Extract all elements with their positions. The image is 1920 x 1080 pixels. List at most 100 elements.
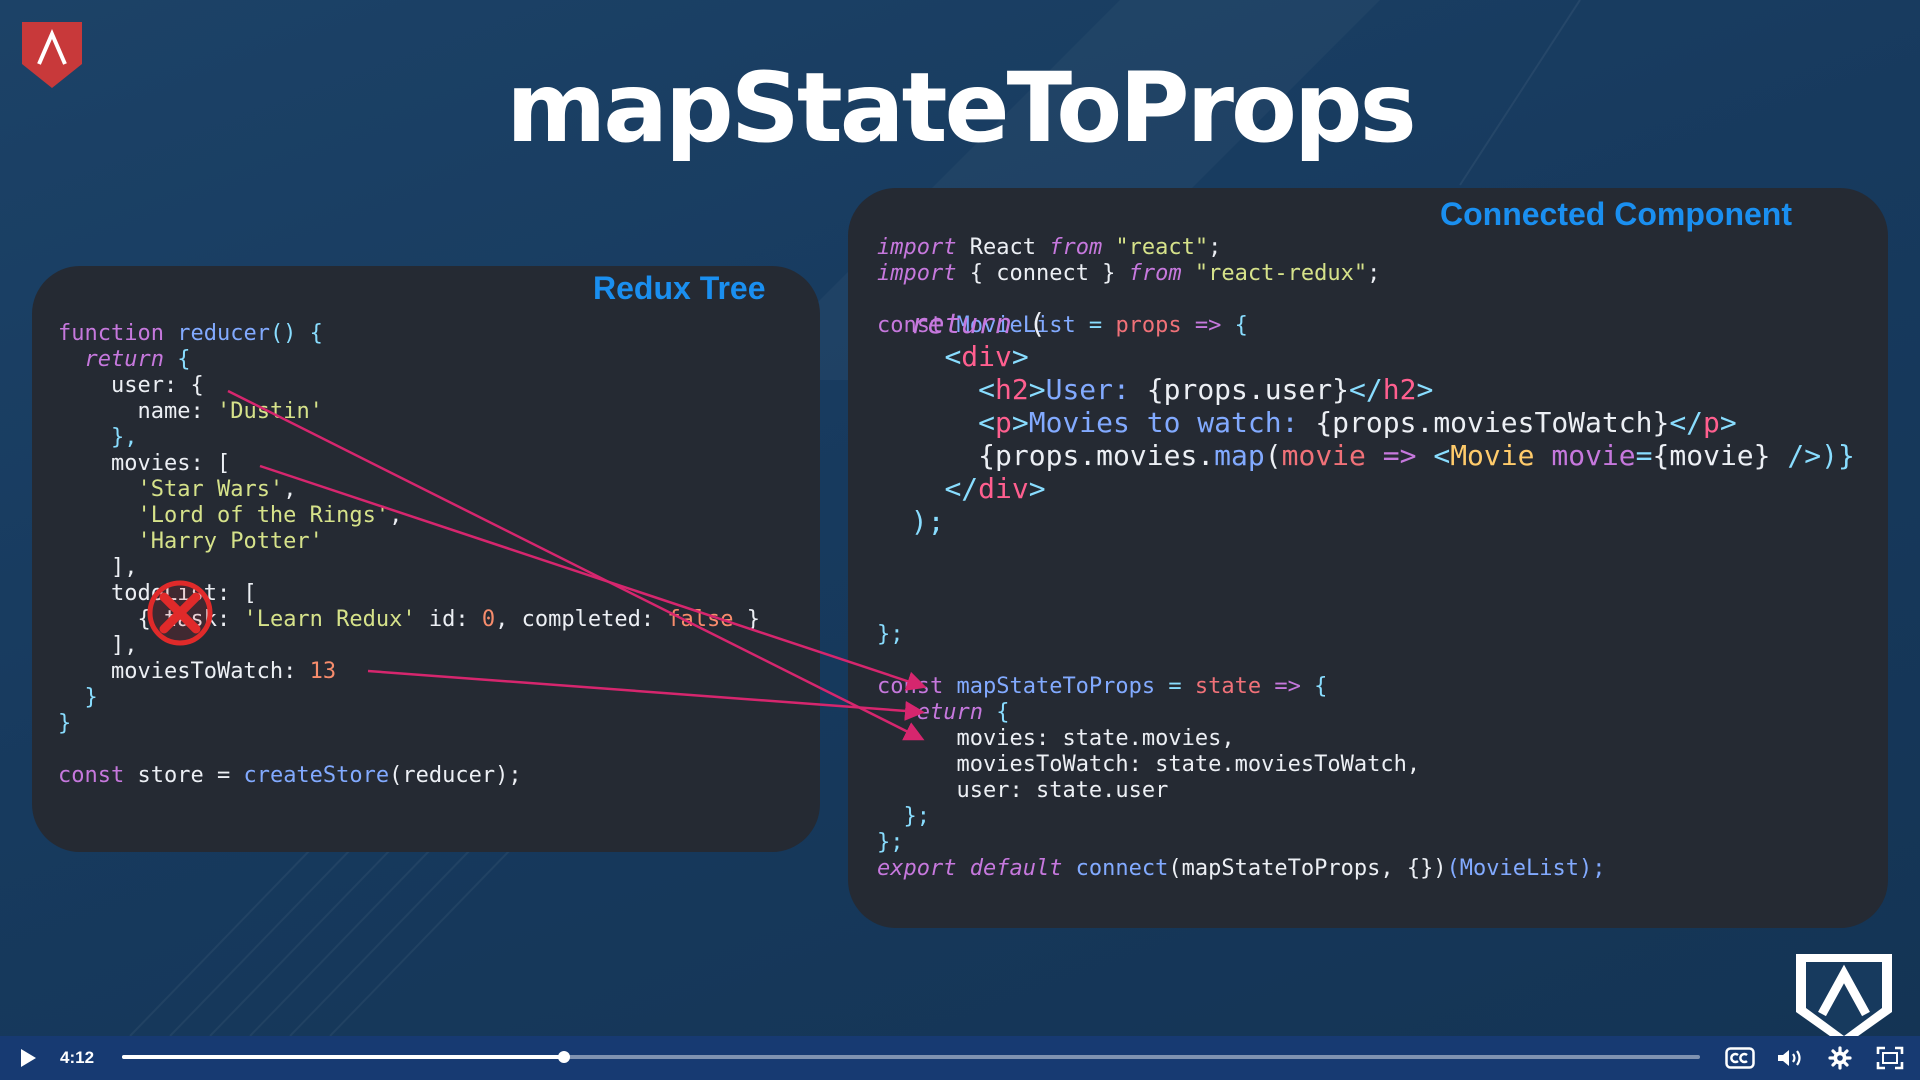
play-icon	[21, 1049, 36, 1067]
code-token: (	[1264, 439, 1282, 472]
code-token: const	[58, 763, 125, 788]
code-token: import	[877, 235, 957, 260]
code-token: div	[961, 340, 1012, 373]
code-token: =>	[1365, 439, 1434, 472]
code-token: movies: [	[110, 451, 231, 476]
code-token: >	[1416, 373, 1434, 406]
settings-gear-icon	[1828, 1046, 1852, 1070]
code-token: p	[995, 406, 1012, 439]
code-token: );	[910, 505, 945, 538]
code-token: () {	[269, 321, 323, 346]
code-token: >	[1011, 340, 1029, 373]
code-token: };	[903, 804, 931, 829]
code-token: return	[903, 700, 983, 725]
code-token: 'Learn Redux'	[243, 607, 416, 632]
code-token: mapStateToProps	[943, 674, 1156, 699]
code-token: React	[956, 235, 1050, 260]
code-token: ,	[389, 503, 403, 528]
code-token: export default	[877, 856, 1063, 881]
code-token: {props.movies.	[978, 439, 1215, 472]
reducer-code-block: function reducer() { return { user: { na…	[58, 321, 760, 789]
code-token: , completed:	[495, 607, 668, 632]
progress-bar[interactable]	[122, 1051, 1700, 1063]
code-token: ;	[1208, 235, 1222, 260]
code-token: >	[1028, 373, 1046, 406]
closed-captions-button[interactable]	[1720, 1036, 1760, 1080]
code-token: <	[944, 340, 962, 373]
code-token: "react"	[1102, 235, 1209, 260]
code-token: ;	[1367, 261, 1381, 286]
fullscreen-button[interactable]	[1868, 1036, 1912, 1080]
code-token: movies: state.movies,	[956, 726, 1235, 751]
code-token: from	[1049, 235, 1103, 260]
current-time: 4:12	[60, 1048, 95, 1067]
code-token: store =	[124, 763, 244, 788]
volume-button[interactable]	[1770, 1036, 1810, 1080]
brand-shield-logo-watermark	[1796, 954, 1892, 1046]
code-token: id:	[415, 607, 482, 632]
code-token: {	[1314, 674, 1328, 699]
code-token: }	[58, 711, 72, 736]
code-token: p	[1703, 406, 1720, 439]
code-token: 13	[309, 659, 337, 684]
code-token: },	[110, 425, 138, 450]
code-token: function	[58, 321, 164, 346]
code-token: {props.moviesToWatch}	[1315, 406, 1670, 439]
code-token: connect	[1062, 856, 1169, 881]
code-token: user: state.user	[956, 778, 1169, 803]
code-token: moviesToWatch:	[110, 659, 310, 684]
code-token: ],	[110, 555, 138, 580]
code-token: {movie}	[1652, 439, 1771, 472]
settings-button[interactable]	[1820, 1036, 1860, 1080]
code-token: 'Star Wars'	[137, 477, 284, 502]
code-token: <	[978, 406, 996, 439]
code-token: </	[944, 472, 979, 505]
code-token: (mapStateToProps, {})	[1168, 856, 1447, 881]
code-token: ],	[110, 633, 138, 658]
code-token: {props.user}	[1146, 373, 1350, 406]
code-token: h2	[1382, 373, 1417, 406]
code-token: Movies to watch:	[1028, 406, 1316, 439]
code-token: "react-redux"	[1181, 261, 1368, 286]
code-token: import	[877, 261, 957, 286]
code-token: User:	[1045, 373, 1147, 406]
play-button[interactable]	[8, 1036, 48, 1080]
progress-fill	[122, 1055, 564, 1059]
code-token: {	[163, 347, 191, 372]
code-token: reducer	[177, 321, 270, 346]
progress-handle[interactable]	[557, 1051, 570, 1063]
code-token: =	[1155, 674, 1195, 699]
movielist-jsx-block: return ( <div> <h2>User: {props.user}</h…	[877, 307, 1855, 538]
code-token: (MovieList);	[1446, 856, 1606, 881]
code-token: h2	[995, 373, 1029, 406]
code-token: div	[978, 472, 1029, 505]
redux-tree-title: Redux Tree	[593, 270, 766, 306]
closed-captions-icon	[1725, 1047, 1755, 1069]
code-token: movie	[1534, 439, 1636, 472]
code-token: =	[1635, 439, 1653, 472]
code-token: false	[667, 607, 734, 632]
code-token: }	[84, 685, 98, 710]
connected-component-title: Connected Component	[1440, 196, 1792, 232]
code-token: moviesToWatch: state.moviesToWatch,	[956, 752, 1421, 777]
code-token: >	[1719, 406, 1737, 439]
code-token: user: {	[110, 373, 204, 398]
mapstatetoprops-code-block: }; const mapStateToProps = state => { re…	[877, 622, 1420, 856]
code-token: <	[1433, 439, 1451, 472]
code-token: </	[1349, 373, 1383, 406]
code-token: name:	[137, 399, 217, 424]
code-token: />)}	[1770, 439, 1855, 472]
code-token: { connect }	[956, 261, 1129, 286]
slide-title: mapStateToProps	[506, 52, 1417, 164]
code-token: return	[84, 347, 164, 372]
code-token: (reducer);	[389, 763, 522, 788]
code-token: return	[910, 307, 1012, 340]
export-code-line: export default connect(mapStateToProps, …	[877, 856, 1606, 882]
code-token: map	[1214, 439, 1265, 472]
fullscreen-icon	[1876, 1046, 1904, 1070]
code-token: createStore	[243, 763, 390, 788]
code-token: state	[1194, 674, 1262, 699]
code-token: =>	[1261, 674, 1315, 699]
code-token: 0	[481, 607, 496, 632]
code-token: <	[978, 373, 996, 406]
